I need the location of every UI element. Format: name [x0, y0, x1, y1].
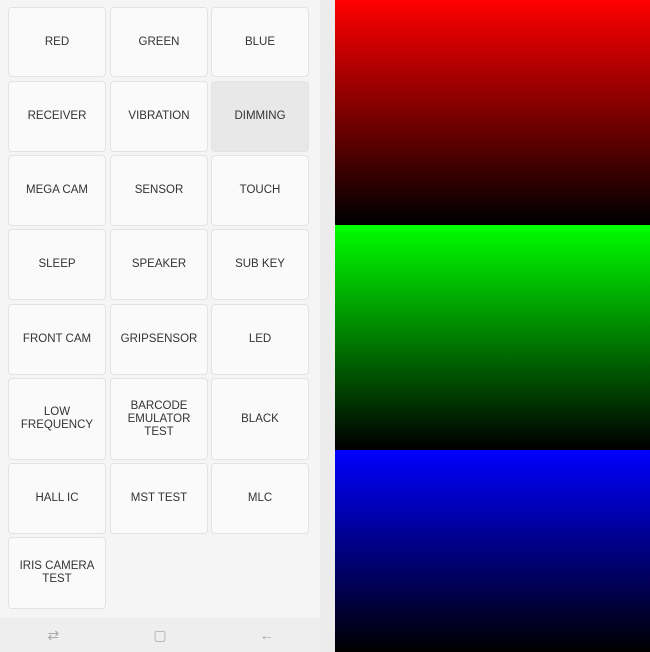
menu-button-receiver[interactable]: RECEIVER	[8, 81, 106, 152]
button-label: MST TEST	[130, 492, 188, 504]
button-label: RECEIVER	[27, 110, 87, 122]
button-label: MLC	[247, 492, 273, 504]
button-label: RED	[44, 35, 70, 48]
menu-button-blue[interactable]: BLUE	[211, 7, 309, 77]
menu-button-sleep[interactable]: SLEEP	[8, 229, 106, 300]
button-label: IRIS CAMERA TEST	[19, 560, 95, 585]
menu-button-green[interactable]: GREEN	[110, 7, 208, 77]
button-label: LOW FREQUENCY	[20, 406, 94, 431]
menu-button-black[interactable]: BLACK	[211, 378, 309, 460]
menu-button-speaker[interactable]: SPEAKER	[110, 229, 208, 300]
menu-button-gripsensor[interactable]: GRIPSENSOR	[110, 304, 208, 375]
button-label: SPEAKER	[131, 258, 187, 270]
button-label: VIBRATION	[128, 110, 190, 122]
button-label: DIMMING	[234, 110, 286, 122]
menu-button-mlc[interactable]: MLC	[211, 463, 309, 534]
menu-button-red[interactable]: RED	[8, 7, 106, 77]
menu-button-led[interactable]: LED	[211, 304, 309, 375]
menu-button-mega-cam[interactable]: MEGA CAM	[8, 155, 106, 226]
menu-button-sensor[interactable]: SENSOR	[110, 155, 208, 226]
green-gradient-strip	[335, 225, 650, 447]
button-label: BLUE	[244, 35, 276, 48]
blue-gradient-strip	[335, 450, 650, 652]
button-label: MEGA CAM	[26, 184, 88, 196]
button-label: FRONT CAM	[22, 333, 92, 345]
menu-button-low-frequency[interactable]: LOW FREQUENCY	[8, 378, 106, 460]
button-label: SUB KEY	[235, 258, 285, 270]
red-gradient-strip	[335, 0, 650, 222]
menu-button-sub-key[interactable]: SUB KEY	[211, 229, 309, 300]
button-label: LED	[248, 333, 272, 345]
button-label: HALL IC	[35, 492, 79, 504]
menu-button-vibration[interactable]: VIBRATION	[110, 81, 208, 152]
menu-button-dimming[interactable]: DIMMING	[211, 81, 309, 152]
button-label: BARCODE EMULATOR TEST	[127, 399, 191, 438]
menu-button-front-cam[interactable]: FRONT CAM	[8, 304, 106, 375]
navigation-bar: ⇄ ▢ ←	[0, 618, 320, 652]
button-label: TOUCH	[239, 184, 281, 196]
home-icon[interactable]: ▢	[140, 627, 180, 644]
menu-button-mst-test[interactable]: MST TEST	[110, 463, 208, 534]
button-label: SENSOR	[134, 184, 184, 196]
divider	[320, 0, 335, 652]
button-label: GRIPSENSOR	[120, 333, 198, 345]
menu-button-iris-camera-test[interactable]: IRIS CAMERA TEST	[8, 537, 106, 609]
recent-apps-icon[interactable]: ⇄	[33, 627, 73, 644]
button-label: SLEEP	[38, 258, 76, 270]
back-icon[interactable]: ←	[247, 627, 287, 643]
menu-button-hall-ic[interactable]: HALL IC	[8, 463, 106, 534]
menu-button-barcode-emulator-test[interactable]: BARCODE EMULATOR TEST	[110, 378, 208, 460]
menu-button-touch[interactable]: TOUCH	[211, 155, 309, 226]
button-label: GREEN	[138, 35, 180, 48]
button-label: BLACK	[241, 412, 279, 425]
